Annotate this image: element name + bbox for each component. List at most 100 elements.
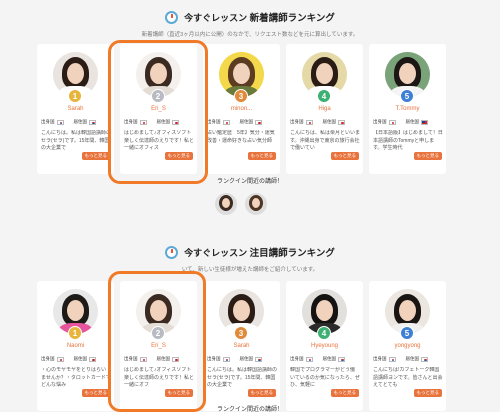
country-info: 出身国 居住国 <box>207 356 262 362</box>
origin-label: 出身国 <box>207 356 221 361</box>
origin-label: 出身国 <box>373 119 387 124</box>
origin-flag-icon <box>388 356 396 362</box>
teacher-name[interactable]: Sarah <box>203 343 280 349</box>
rank-medal-icon: 1 <box>68 89 82 103</box>
origin-label: 出身国 <box>373 356 387 361</box>
more-button[interactable]: もっと見る <box>164 389 193 397</box>
origin-flag-icon <box>388 119 396 125</box>
teacher-card[interactable]: 3 Sarah 出身国 居住国 こんにちは。私は韓国語講師のセラ(セラ)です。15年間、… <box>203 281 280 411</box>
origin-flag-icon <box>305 356 313 362</box>
rank-medal-icon: 2 <box>151 89 165 103</box>
more-button[interactable]: もっと見る <box>247 152 276 160</box>
teacher-card[interactable]: 4 Hyeyoung 出身国 居住国 韓国でプログラマーがどう働いているのか気になったら… <box>286 281 363 411</box>
near-ranking-label-2: ランクイン間近の講師！ <box>216 407 283 412</box>
origin-flag-icon <box>139 119 147 125</box>
country-info: 出身国 居住国 <box>290 119 345 125</box>
country-info: 出身国 居住国 <box>373 119 428 125</box>
country-info: 出身国 居住国 <box>124 356 179 362</box>
rank-medal-icon: 3 <box>234 89 248 103</box>
teacher-card[interactable]: 3 minon... 出身国 居住国 占い鑑定歴 5年】気分・運気改善・運命好きな占い気… <box>203 44 280 174</box>
residence-flag-icon <box>89 119 96 125</box>
section-title: 今すぐレッスン 注目講師ランキング <box>184 248 335 259</box>
teacher-name[interactable]: Sarah <box>37 106 114 112</box>
origin-label: 出身国 <box>124 356 138 361</box>
featured-teacher-cards: 1 Naomi 出身国 居住国 ・心のモヤモヤをとりはらいませんか？・タロットカードでど… <box>37 281 446 411</box>
residence-label: 居住国 <box>73 356 88 361</box>
featured-teacher-ranking-header: 今すぐレッスン 注目講師ランキング いて、新しい生徒様が増えた講師をご紹介してい… <box>0 243 500 273</box>
clock-icon <box>165 245 179 259</box>
teacher-card[interactable]: 2 Eri_S 出身国 居住国 はじめまして♪オフィスソフト楽しく伝達師のえりです！私と… <box>120 44 197 174</box>
teacher-name[interactable]: Hyeyoung <box>286 343 363 349</box>
residence-label: 居住国 <box>156 356 171 361</box>
teacher-name[interactable]: Naomi <box>37 343 114 349</box>
teacher-card[interactable]: 2 Eri_S 出身国 居住国 はじめまして♪オフィスソフト楽しく伝達師のえりです！私と… <box>120 281 197 411</box>
country-info: 出身国 居住国 <box>290 356 345 362</box>
origin-flag-icon <box>56 356 64 362</box>
residence-flag-icon <box>338 356 345 362</box>
teacher-card[interactable]: 1 Sarah 出身国 居住国 こんにちは。私は韓国語講師のセラ(セラ)です。15年間、… <box>37 44 114 174</box>
residence-label: 居住国 <box>405 356 420 361</box>
teacher-name[interactable]: Eri_S <box>120 106 197 112</box>
teacher-name[interactable]: minon... <box>203 106 280 112</box>
rank-medal-icon: 3 <box>234 326 248 340</box>
more-button[interactable]: もっと見る <box>330 152 359 160</box>
origin-flag-icon <box>139 356 147 362</box>
section-title: 今すぐレッスン 新着講師ランキング <box>184 13 335 24</box>
new-teacher-cards: 1 Sarah 出身国 居住国 こんにちは。私は韓国語講師のセラ(セラ)です。15年間、… <box>37 44 446 174</box>
residence-flag-icon <box>172 119 179 125</box>
residence-label: 居住国 <box>156 119 171 124</box>
country-info: 出身国 居住国 <box>41 356 96 362</box>
near-ranking-label: ランクイン間近の講師！ <box>216 179 283 185</box>
more-button[interactable]: もっと見る <box>413 389 442 397</box>
more-button[interactable]: もっと見る <box>164 152 193 160</box>
residence-label: 居住国 <box>322 119 337 124</box>
residence-flag-icon <box>421 356 428 362</box>
more-button[interactable]: もっと見る <box>413 152 442 160</box>
residence-label: 居住国 <box>405 119 420 124</box>
rank-medal-icon: 4 <box>317 89 331 103</box>
origin-label: 出身国 <box>41 356 55 361</box>
residence-flag-icon <box>338 119 345 125</box>
section-subtitle: 新着講師（直近3ヶ月以内に公開）のなかで、リクエスト数などを元に算出しています。 <box>141 32 359 38</box>
origin-flag-icon <box>222 356 230 362</box>
origin-label: 出身国 <box>124 119 138 124</box>
more-button[interactable]: もっと見る <box>81 389 110 397</box>
rank-medal-icon: 1 <box>68 326 82 340</box>
residence-label: 居住国 <box>73 119 88 124</box>
residence-label: 居住国 <box>239 356 254 361</box>
country-info: 出身国 居住国 <box>373 356 428 362</box>
rank-medal-icon: 2 <box>151 326 165 340</box>
clock-icon <box>165 10 179 24</box>
origin-flag-icon <box>305 119 313 125</box>
country-info: 出身国 居住国 <box>124 119 179 125</box>
rank-medal-icon: 4 <box>317 326 331 340</box>
residence-flag-icon <box>421 119 428 125</box>
residence-flag-icon <box>89 356 96 362</box>
teacher-name[interactable]: Eri_S <box>120 343 197 349</box>
origin-label: 出身国 <box>207 119 221 124</box>
residence-label: 居住国 <box>239 119 254 124</box>
origin-flag-icon <box>222 119 230 125</box>
near-ranking-avatar[interactable] <box>245 193 267 215</box>
new-teacher-ranking-header: 今すぐレッスン 新着講師ランキング 新着講師（直近3ヶ月以内に公開）のなかで、リ… <box>0 8 500 38</box>
origin-label: 出身国 <box>290 356 304 361</box>
teacher-name[interactable]: yongyong <box>369 343 446 349</box>
teacher-name[interactable]: T.Tommy <box>369 106 446 112</box>
residence-flag-icon <box>255 356 262 362</box>
teacher-card[interactable]: 4 Higa 出身国 居住国 こんにちは、私は栗月といいます。沖縄出身で東京の旅行会社で… <box>286 44 363 174</box>
teacher-name[interactable]: Higa <box>286 106 363 112</box>
more-button[interactable]: もっと見る <box>247 389 276 397</box>
country-info: 出身国 居住国 <box>207 119 262 125</box>
origin-label: 出身国 <box>41 119 55 124</box>
origin-flag-icon <box>56 119 64 125</box>
more-button[interactable]: もっと見る <box>81 152 110 160</box>
teacher-card[interactable]: 5 yongyong 出身国 居住国 こんにちは!カフェトーク韓国語講師ヨンです。皆さん… <box>369 281 446 411</box>
teacher-card[interactable]: 1 Naomi 出身国 居住国 ・心のモヤモヤをとりはらいませんか？・タロットカードでど… <box>37 281 114 411</box>
near-ranking-avatar[interactable] <box>215 193 237 215</box>
residence-flag-icon <box>172 356 179 362</box>
teacher-card[interactable]: 5 T.Tommy 出身国 居住国 【日本語版】はじめまして！日本語講師のTommyと申… <box>369 44 446 174</box>
more-button[interactable]: もっと見る <box>330 389 359 397</box>
rank-medal-icon: 5 <box>400 89 414 103</box>
section-subtitle: いて、新しい生徒様が増えた講師をご紹介しています。 <box>181 267 319 273</box>
residence-flag-icon <box>255 119 262 125</box>
